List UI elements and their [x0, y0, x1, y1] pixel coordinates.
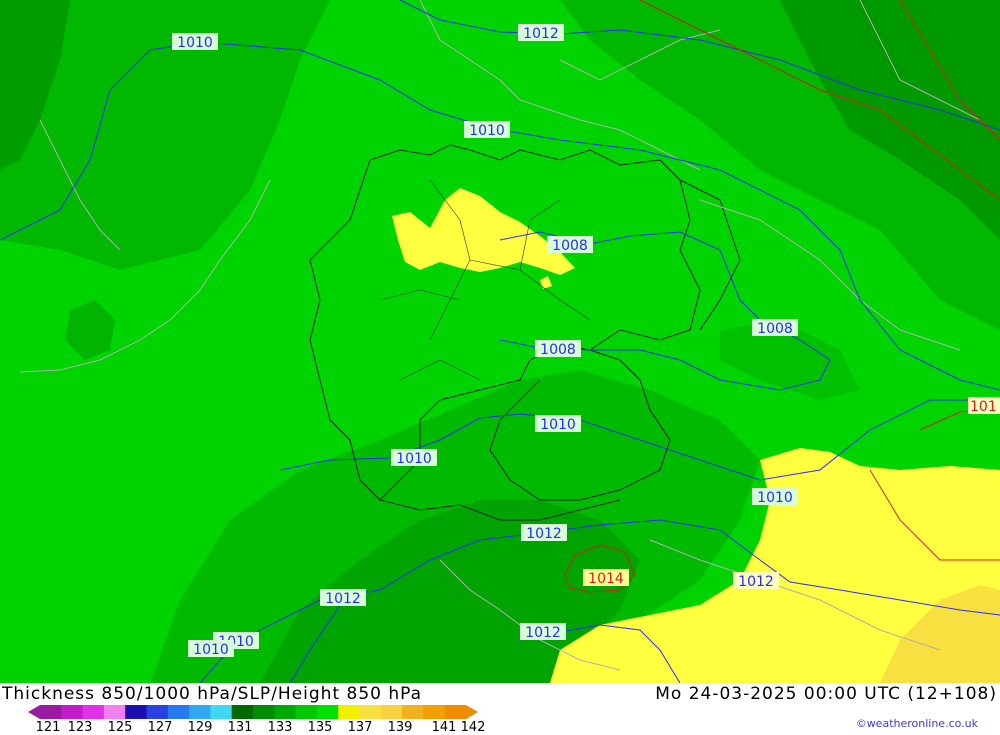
isobar-label: 1008	[535, 340, 581, 358]
svg-text:1014: 1014	[588, 571, 624, 587]
svg-text:1012: 1012	[525, 625, 561, 641]
isobar-label: 101	[968, 397, 1000, 415]
isobar-label: 1008	[752, 319, 798, 337]
svg-text:1010: 1010	[193, 642, 229, 658]
legend-swatch	[146, 705, 169, 719]
legend-swatch	[402, 705, 424, 719]
legend-swatch	[444, 705, 467, 719]
isobar-label: 1010	[464, 121, 510, 139]
legend-swatch	[82, 705, 105, 719]
footer: Thickness 850/1000 hPa/SLP/Height 850 hP…	[0, 683, 1000, 735]
legend-swatch	[103, 705, 126, 719]
legend-arrow-left	[28, 705, 40, 719]
svg-text:1010: 1010	[757, 490, 793, 506]
isobar-label: 1012	[733, 572, 779, 590]
isobar-label: 1010	[391, 449, 437, 467]
legend-swatch	[125, 705, 147, 719]
svg-text:1008: 1008	[540, 342, 576, 358]
color-legend-bar	[28, 705, 478, 719]
legend-swatch	[359, 705, 382, 719]
svg-text:1010: 1010	[469, 123, 505, 139]
legend-swatch	[274, 705, 297, 719]
svg-text:1012: 1012	[523, 26, 559, 42]
isobar-label: 1012	[320, 589, 366, 607]
svg-text:101: 101	[970, 399, 997, 415]
weather-map: 1010 1012 1010 1008 1008 1008 1010 1010 …	[0, 0, 1000, 683]
forecast-datetime: Mo 24-03-2025 00:00 UTC (12+108)	[655, 684, 997, 704]
svg-text:1010: 1010	[177, 35, 213, 51]
isobar-label: 1012	[520, 623, 566, 641]
legend-swatch	[231, 705, 254, 719]
isobar-label: 1012	[518, 24, 564, 42]
svg-text:1010: 1010	[540, 417, 576, 433]
legend-swatch	[316, 705, 339, 719]
svg-text:1012: 1012	[738, 574, 774, 590]
legend-swatch	[338, 705, 360, 719]
legend-swatch	[40, 705, 62, 719]
credit-link[interactable]: ©weatheronline.co.uk	[856, 717, 978, 730]
isobar-label: 1012	[521, 524, 567, 542]
legend-swatch	[210, 705, 233, 719]
svg-text:1012: 1012	[325, 591, 361, 607]
isobar-label: 1010	[188, 640, 234, 658]
legend-swatch	[253, 705, 275, 719]
map-title: Thickness 850/1000 hPa/SLP/Height 850 hP…	[2, 684, 423, 704]
legend-arrow-right	[466, 705, 478, 719]
svg-text:1012: 1012	[526, 526, 562, 542]
svg-text:1008: 1008	[757, 321, 793, 337]
isobar-label: 1014	[583, 569, 629, 587]
legend-swatch	[380, 705, 403, 719]
svg-text:1010: 1010	[396, 451, 432, 467]
legend-swatch	[61, 705, 84, 719]
svg-text:1008: 1008	[552, 238, 588, 254]
legend-swatch	[295, 705, 318, 719]
legend-swatch	[167, 705, 190, 719]
legend-swatch	[423, 705, 446, 719]
isobar-label: 1010	[172, 33, 218, 51]
isobar-label: 1010	[535, 415, 581, 433]
legend-swatch	[189, 705, 211, 719]
isobar-label: 1008	[547, 236, 593, 254]
isobar-label: 1010	[752, 488, 798, 506]
